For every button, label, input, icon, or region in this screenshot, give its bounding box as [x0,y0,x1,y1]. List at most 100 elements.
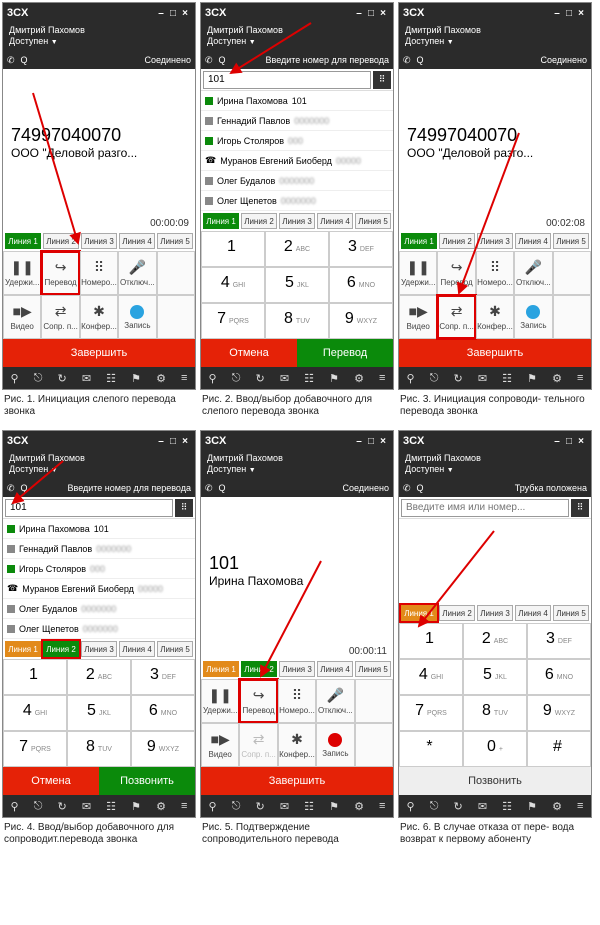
contact-row[interactable]: Олег Будалов0000000 [201,171,393,191]
transfer-icon: ↪ [55,259,67,276]
dialpad-button[interactable]: ⠿Номеро... [476,251,514,295]
key-2[interactable]: 2ABC [265,231,329,267]
line-4[interactable]: Линия 4 [119,233,155,249]
nav-icon[interactable]: ↻ [58,372,67,385]
panel-1: 3CX – □ × Дмитрий Пахомов Доступен ▼ ✆ Q … [2,2,196,390]
video-icon: ■▶ [13,303,32,320]
nav-icon[interactable]: ≡ [181,372,187,384]
contact-row[interactable]: Геннадий Павлов0000000 [201,111,393,131]
transfer-button[interactable]: ↪Перевод [41,251,79,295]
close-icon[interactable]: × [377,8,389,19]
panel-3: 3CX–□× Дмитрий ПахомовДоступен ▼ ✆QСоеди… [398,2,592,390]
key-8[interactable]: 8TUV [265,303,329,339]
dialpad: 1 2ABC 3DEF 4GHI 5JKL 6MNO 7PQRS 8TUV 9W… [201,231,393,339]
key-3[interactable]: 3DEF [329,231,393,267]
end-call-button[interactable]: Завершить [3,339,195,367]
contact-list: Ирина Пахомова 101 Геннадий Павлов000000… [201,91,393,211]
panel-5: 3CX–□× Дмитрий ПахомовДоступен ▼ ✆QСоеди… [200,430,394,818]
end-call-button[interactable]: Завершить [399,339,591,367]
availability[interactable]: Доступен [9,36,48,47]
max-icon[interactable]: □ [167,8,179,19]
cancel-button[interactable]: Отмена [3,767,99,795]
close-icon[interactable]: × [179,8,191,19]
caption-4: Рис. 4. Ввод/выбор добавочного для сопро… [2,818,196,854]
video-button[interactable]: ■▶Видео [3,295,41,339]
brand: 3CX [7,7,155,19]
search-input[interactable] [5,499,173,517]
caption-2: Рис. 2. Ввод/выбор добавочного для слепо… [200,390,394,426]
titlebar: 3CX –□× [201,3,393,23]
line-2[interactable]: Линия 2 [43,233,79,249]
att-transfer-button[interactable]: ⇄Сопр. п... [437,295,475,339]
caption-3: Рис. 3. Инициация сопроводи- тельного пе… [398,390,592,426]
connection-status: Соединено [144,55,191,65]
caller-name: ООО "Деловой разго... [11,146,187,160]
key-1[interactable]: 1 [201,231,265,267]
user-name: Дмитрий Пахомов [9,25,189,36]
record-icon [130,305,144,319]
nav-icon[interactable]: ⚲ [11,372,19,385]
mute-button[interactable]: 🎤Отключ... [514,251,552,295]
filler [157,295,195,339]
mute-button[interactable]: 🎤Отключ... [118,251,156,295]
min-icon[interactable]: – [155,8,167,19]
search-input[interactable] [203,71,371,89]
nav-icon[interactable]: ✉ [82,372,91,385]
att-transfer-button[interactable]: ⇄Сопр. п... [41,295,79,339]
hold-button[interactable]: ❚❚Удержи... [3,251,41,295]
shuffle-icon: ⇄ [55,303,67,320]
min-icon[interactable]: – [353,8,365,19]
bottom-nav: ⚲ ⎋ ↻ ✉ ☷ ⚑ ⚙ ≡ [3,367,195,389]
search-input[interactable] [401,499,569,517]
panel-4: 3CX–□× Дмитрий ПахомовДоступен ▼ ✆QВведи… [2,430,196,818]
conference-button[interactable]: ✱Конфер... [476,295,514,339]
call-icon[interactable]: ✆ [7,55,15,66]
key-6[interactable]: 6MNO [329,267,393,303]
conference-icon: ✱ [93,303,105,320]
call-button[interactable]: Позвонить [99,767,195,795]
caption-1: Рис. 1. Инициация слепого перевода звонк… [2,390,196,426]
nav-icon[interactable]: ☷ [106,372,116,385]
call-icon[interactable]: ✆ [205,55,213,66]
chevron-down-icon[interactable]: ▼ [51,39,58,46]
dialpad-toggle[interactable]: ⠿ [373,71,391,89]
transfer-button[interactable]: ↪Перевод [239,679,277,723]
contact-row[interactable]: Игорь Столяров000 [201,131,393,151]
caption-5: Рис. 5. Подтверждение сопроводительного … [200,818,394,854]
key-5[interactable]: 5JKL [265,267,329,303]
conference-button[interactable]: ✱Конфер... [80,295,118,339]
transfer-button[interactable]: Перевод [297,339,393,367]
search-icon[interactable]: Q [21,55,28,66]
contact-row[interactable]: ☎Муранов Евгений Биоберд00000 [201,151,393,171]
filler [157,251,195,295]
nav-icon[interactable]: ⎋ [34,372,43,385]
nav-icon[interactable]: ⚙ [156,372,166,385]
line-3[interactable]: Линия 3 [81,233,117,249]
cancel-button[interactable]: Отмена [201,339,297,367]
line-1[interactable]: Линия 1 [5,233,41,249]
line-5[interactable]: Линия 5 [157,233,193,249]
chevron-down-icon[interactable]: ▼ [249,39,256,46]
caption-6: Рис. 6. В случае отказа от пере- вода во… [398,818,592,854]
titlebar: 3CX – □ × [3,3,195,23]
nav-icon[interactable]: ⚑ [131,372,141,385]
transfer-button[interactable]: ↪Перевод [437,251,475,295]
max-icon[interactable]: □ [365,8,377,19]
record-button[interactable]: Запись [514,295,552,339]
contact-row[interactable]: Олег Щепетов0000000 [201,191,393,211]
hold-button[interactable]: ❚❚Удержи... [399,251,437,295]
key-4[interactable]: 4GHI [201,267,265,303]
video-button[interactable]: ■▶Видео [399,295,437,339]
contact-row[interactable]: Ирина Пахомова 101 [201,91,393,111]
panel-2: 3CX –□× Дмитрий ПахомовДоступен ▼ ✆QВвед… [200,2,394,390]
dialpad-button[interactable]: ⠿Номеро... [80,251,118,295]
dialpad-icon: ⠿ [94,259,104,276]
key-7[interactable]: 7PQRS [201,303,265,339]
record-button[interactable]: Запись [118,295,156,339]
key-9[interactable]: 9WXYZ [329,303,393,339]
status-dot [205,97,213,105]
toolbar: ✆ Q Соединено [3,51,195,69]
panel-6: 3CX–□× Дмитрий ПахомовДоступен ▼ ✆QТрубк… [398,430,592,818]
call-button[interactable]: Позвонить [399,767,591,795]
search-icon[interactable]: Q [219,55,226,66]
